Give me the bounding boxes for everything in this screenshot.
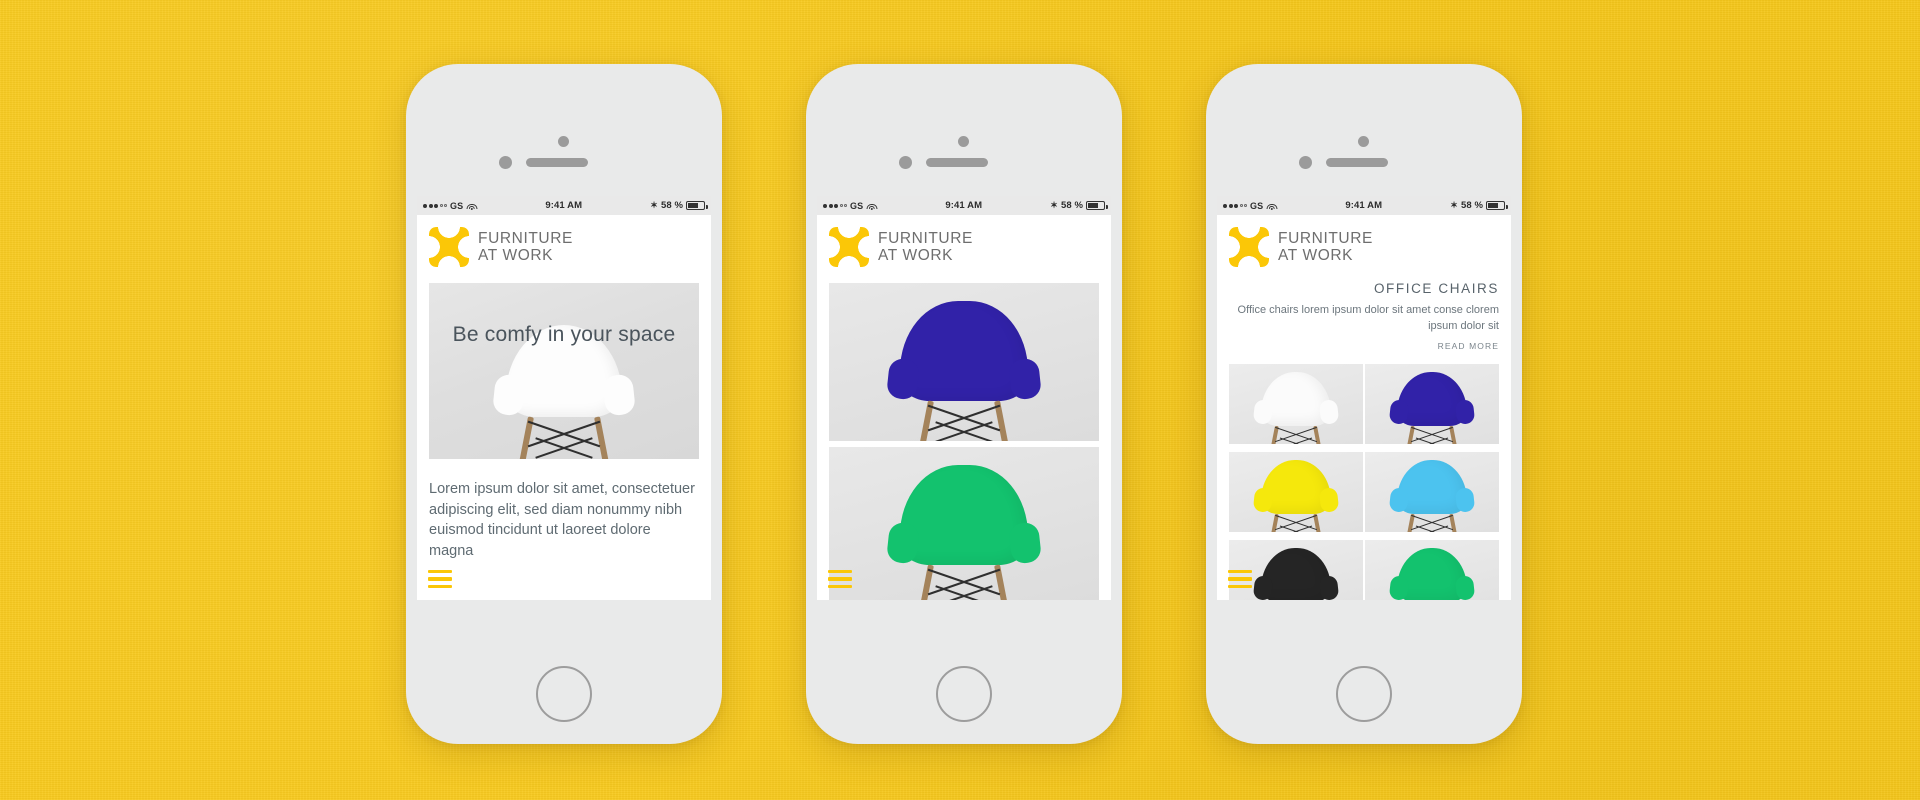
brand-header[interactable]: FURNITURE AT WORK	[817, 215, 1111, 277]
brand-name: FURNITURE AT WORK	[878, 230, 973, 265]
battery-icon	[1086, 201, 1108, 210]
phone-screen-category: GS 9:41 AM ✶ 58 % FURNITURE AT WORK OFFI…	[1217, 196, 1511, 600]
battery-percent-label: 58 %	[1460, 200, 1483, 211]
brand-line-2: AT WORK	[878, 247, 954, 264]
category-description: Office chairs lorem ipsum dolor sit amet…	[1237, 304, 1499, 332]
hamburger-menu-icon[interactable]	[1228, 569, 1252, 588]
phone-screen-home: GS 9:41 AM ✶ 58 % FURNITURE AT WORK Be c…	[417, 196, 711, 600]
hero-banner[interactable]: Be comfy in your space	[429, 283, 699, 459]
product-grid-row	[1229, 451, 1499, 532]
status-bar: GS 9:41 AM ✶ 58 %	[1217, 196, 1511, 215]
brand-header[interactable]: FURNITURE AT WORK	[1217, 215, 1511, 277]
earpiece-speaker-icon	[926, 158, 988, 167]
wifi-icon	[866, 201, 878, 210]
phone-mockup-stage: GS 9:41 AM ✶ 58 % FURNITURE AT WORK Be c…	[0, 0, 1920, 800]
signal-dots-icon	[1223, 203, 1247, 208]
product-cell-white-chair[interactable]	[1229, 363, 1363, 444]
bluetooth-icon: ✶	[1450, 200, 1458, 210]
green-chair-image	[1397, 547, 1467, 600]
front-camera-icon	[899, 156, 912, 169]
brand-name: FURNITURE AT WORK	[478, 230, 573, 265]
status-bar-time: 9:41 AM	[945, 200, 983, 211]
carrier-label: GS	[450, 200, 464, 211]
product-cell-blue-chair[interactable]	[1365, 363, 1499, 444]
front-camera-icon	[1299, 156, 1312, 169]
product-photo-blue-chair[interactable]	[829, 283, 1099, 441]
product-grid-row	[1229, 539, 1499, 600]
bluetooth-icon: ✶	[1050, 200, 1058, 210]
white-chair-image	[1261, 371, 1331, 444]
wifi-icon	[1266, 201, 1278, 210]
yellow-chair-image	[1261, 459, 1331, 532]
carrier-label: GS	[1250, 200, 1264, 211]
earpiece-speaker-icon	[1326, 158, 1388, 167]
furniture-at-work-logo-icon	[429, 227, 469, 267]
phone-device-category: GS 9:41 AM ✶ 58 % FURNITURE AT WORK OFFI…	[1206, 64, 1522, 744]
hero-paragraph: Lorem ipsum dolor sit amet, consectetuer…	[429, 481, 695, 559]
home-button[interactable]	[1336, 666, 1392, 722]
hamburger-menu-icon[interactable]	[828, 569, 852, 588]
status-bar-left: GS	[1223, 200, 1278, 211]
status-bar-right: ✶ 58 %	[1050, 200, 1108, 211]
status-bar-time: 9:41 AM	[1345, 200, 1383, 211]
brand-name: FURNITURE AT WORK	[1278, 230, 1373, 265]
status-bar: GS 9:41 AM ✶ 58 %	[817, 196, 1111, 215]
status-bar: GS 9:41 AM ✶ 58 %	[417, 196, 711, 215]
status-bar-left: GS	[823, 200, 878, 211]
category-title: OFFICE CHAIRS	[1373, 281, 1499, 296]
furniture-at-work-logo-icon	[1229, 227, 1269, 267]
brand-header[interactable]: FURNITURE AT WORK	[417, 215, 711, 277]
wifi-icon	[466, 201, 478, 210]
bluetooth-icon: ✶	[650, 200, 658, 210]
status-bar-right: ✶ 58 %	[650, 200, 708, 211]
light-blue-chair-image	[1397, 459, 1467, 532]
category-section: OFFICE CHAIRS Office chairs lorem ipsum …	[1217, 277, 1511, 354]
battery-icon	[1486, 201, 1508, 210]
furniture-at-work-logo-icon	[829, 227, 869, 267]
product-grid	[1229, 363, 1499, 600]
phone-device-home: GS 9:41 AM ✶ 58 % FURNITURE AT WORK Be c…	[406, 64, 722, 744]
home-button[interactable]	[536, 666, 592, 722]
product-cell-yellow-chair[interactable]	[1229, 451, 1363, 532]
black-chair-image	[1261, 547, 1331, 600]
brand-line-2: AT WORK	[478, 247, 554, 264]
status-bar-left: GS	[423, 200, 478, 211]
phone-device-products: GS 9:41 AM ✶ 58 % FURNITURE AT WORK	[806, 64, 1122, 744]
product-cell-green-chair[interactable]	[1365, 539, 1499, 600]
product-photo-green-chair[interactable]	[829, 447, 1099, 600]
blue-chair-image	[900, 301, 1028, 441]
earpiece-speaker-icon	[526, 158, 588, 167]
battery-percent-label: 58 %	[1060, 200, 1083, 211]
hero-title: Be comfy in your space	[452, 323, 676, 346]
signal-dots-icon	[823, 203, 847, 208]
brand-line-1: FURNITURE	[1278, 229, 1373, 247]
status-bar-right: ✶ 58 %	[1450, 200, 1508, 211]
green-chair-image	[900, 465, 1028, 600]
brand-line-1: FURNITURE	[878, 229, 973, 247]
front-camera-icon	[499, 156, 512, 169]
status-bar-time: 9:41 AM	[545, 200, 583, 211]
home-button[interactable]	[936, 666, 992, 722]
signal-dots-icon	[423, 203, 447, 208]
hamburger-menu-icon[interactable]	[428, 569, 452, 588]
proximity-sensor-icon	[1358, 136, 1369, 147]
brand-line-1: FURNITURE	[478, 229, 573, 247]
brand-line-2: AT WORK	[1278, 247, 1354, 264]
proximity-sensor-icon	[558, 136, 569, 147]
read-more-link[interactable]: READ MORE	[1438, 341, 1499, 351]
battery-percent-label: 58 %	[660, 200, 683, 211]
product-cell-light-blue-chair[interactable]	[1365, 451, 1499, 532]
product-grid-row	[1229, 363, 1499, 444]
blue-chair-image	[1397, 371, 1467, 444]
battery-icon	[686, 201, 708, 210]
proximity-sensor-icon	[958, 136, 969, 147]
carrier-label: GS	[850, 200, 864, 211]
phone-screen-products: GS 9:41 AM ✶ 58 % FURNITURE AT WORK	[817, 196, 1111, 600]
